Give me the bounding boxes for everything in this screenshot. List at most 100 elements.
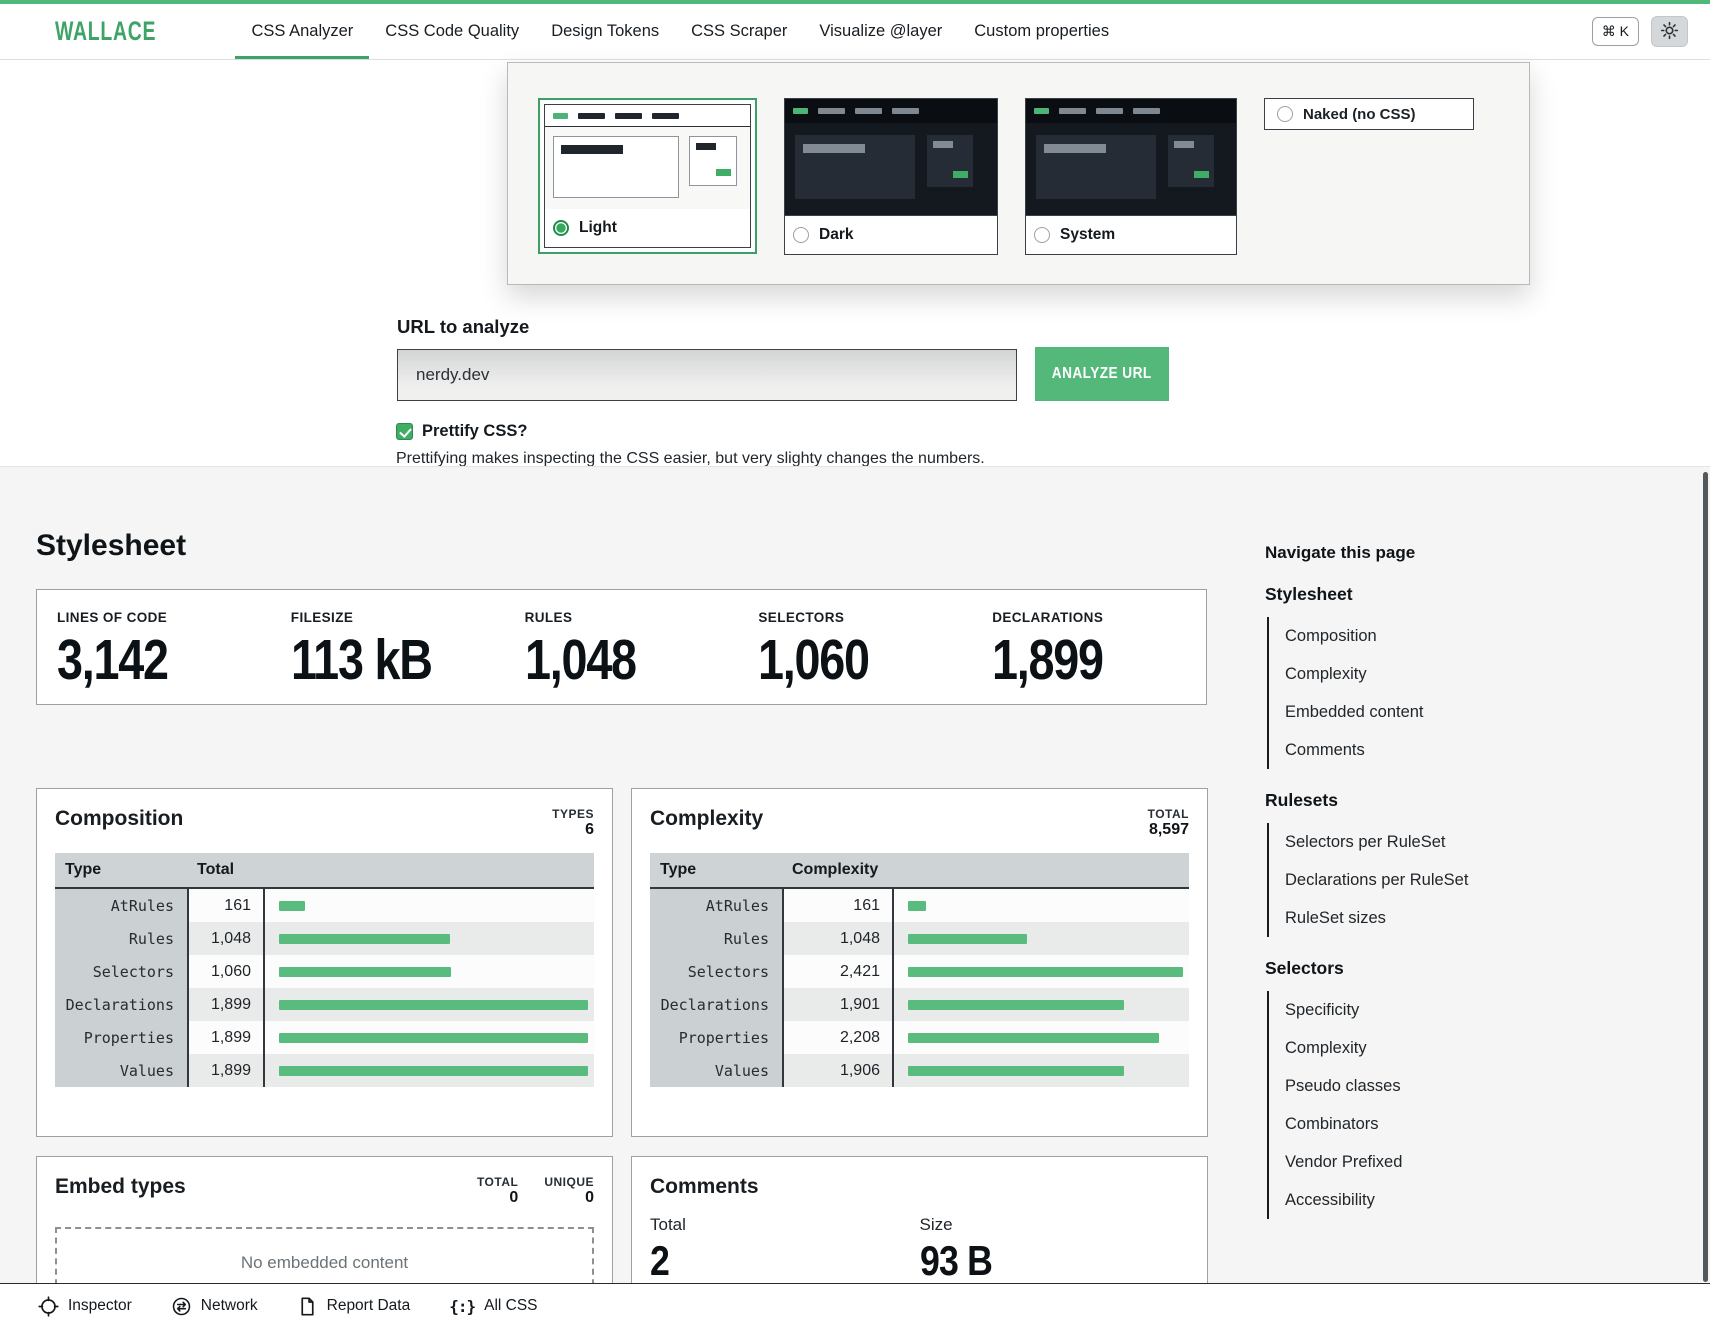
- page-nav-section-stylesheet[interactable]: Stylesheet: [1265, 584, 1555, 605]
- wallace-logo[interactable]: WALLACE: [55, 4, 195, 59]
- page-nav-link[interactable]: Combinators: [1285, 1105, 1555, 1143]
- page-nav-link[interactable]: Selectors per RuleSet: [1285, 823, 1555, 861]
- value-bar: [908, 1000, 1124, 1010]
- stylesheet-stats-panel: LINES OF CODE 3,142 FILESIZE 113 kB RULE…: [36, 589, 1207, 705]
- comments-title: Comments: [650, 1175, 759, 1199]
- prettify-label: Prettify CSS?: [422, 422, 527, 441]
- stat-item: DECLARATIONS 1,899: [972, 610, 1206, 684]
- page-nav-link[interactable]: Declarations per RuleSet: [1285, 861, 1555, 899]
- stylesheet-heading: Stylesheet: [36, 529, 186, 563]
- tab-report-data[interactable]: Report Data: [297, 1296, 411, 1317]
- page-nav-section-rulesets[interactable]: Rulesets: [1265, 790, 1555, 811]
- page-navigation: Navigate this page Stylesheet Compositio…: [1265, 543, 1555, 1219]
- value-bar: [908, 967, 1183, 977]
- complexity-card: Complexity TOTAL 8,597 Type Complexity A…: [631, 788, 1208, 1137]
- value-bar: [908, 1033, 1159, 1043]
- page-nav-section-selectors[interactable]: Selectors: [1265, 958, 1555, 979]
- value-bar: [279, 1066, 588, 1076]
- app-window: WALLACE CSS AnalyzerCSS Code QualityDesi…: [0, 0, 1710, 1328]
- page-nav-link[interactable]: Composition: [1285, 617, 1555, 655]
- dark-theme-preview: [785, 99, 997, 215]
- nav-item[interactable]: Custom properties: [958, 4, 1125, 59]
- comments-card: Comments Total 2 Size 93 B: [631, 1156, 1208, 1283]
- table-row: Declarations 1,899: [55, 988, 594, 1021]
- network-icon: [171, 1296, 192, 1317]
- theme-toggle-button[interactable]: [1651, 16, 1688, 47]
- table-row: AtRules 161: [650, 889, 1189, 922]
- page-nav-link[interactable]: RuleSet sizes: [1285, 899, 1555, 937]
- nav-item[interactable]: Visualize @layer: [803, 4, 958, 59]
- bottom-toolbar: Inspector Network Report Data {:} All: [0, 1283, 1710, 1328]
- table-row: Rules 1,048: [55, 922, 594, 955]
- table-row: Declarations 1,901: [650, 988, 1189, 1021]
- system-theme-preview: [1026, 99, 1236, 215]
- document-icon: [297, 1296, 318, 1317]
- stat-item: LINES OF CODE 3,142: [37, 610, 271, 684]
- value-bar: [279, 967, 451, 977]
- page-nav-title: Navigate this page: [1265, 543, 1555, 563]
- value-bar: [908, 901, 926, 911]
- embed-types-card: Embed types TOTAL 0 UNIQUE 0 No embedded…: [36, 1156, 613, 1283]
- naked-radio[interactable]: [1277, 106, 1293, 122]
- stat-item: RULES 1,048: [505, 610, 739, 684]
- page-nav-link[interactable]: Complexity: [1285, 655, 1555, 693]
- analyze-url-button[interactable]: ANALYZE URL: [1035, 347, 1169, 401]
- nav-item[interactable]: CSS Scraper: [675, 4, 803, 59]
- theme-picker-dropdown: Light Dark: [507, 62, 1530, 285]
- no-embedded-content-box: No embedded content: [55, 1227, 594, 1283]
- complexity-title: Complexity: [650, 807, 763, 831]
- value-bar: [279, 934, 450, 944]
- meta-stat: UNIQUE 0: [544, 1175, 594, 1207]
- light-radio[interactable]: [553, 220, 569, 236]
- top-navbar: WALLACE CSS AnalyzerCSS Code QualityDesi…: [0, 0, 1710, 60]
- command-palette-button[interactable]: ⌘ K: [1592, 17, 1639, 46]
- report-section: Stylesheet LINES OF CODE 3,142 FILESIZE …: [0, 466, 1710, 1283]
- table-row: AtRules 161: [55, 889, 594, 922]
- dark-radio[interactable]: [793, 227, 809, 243]
- nav-item[interactable]: Design Tokens: [535, 4, 675, 59]
- main-nav: CSS AnalyzerCSS Code QualityDesign Token…: [235, 4, 1125, 59]
- embed-types-title: Embed types: [55, 1175, 186, 1199]
- page-nav-link[interactable]: Complexity: [1285, 1029, 1555, 1067]
- page-nav-link[interactable]: Embedded content: [1285, 693, 1555, 731]
- prettify-checkbox[interactable]: [396, 423, 413, 440]
- theme-option-dark[interactable]: Dark: [784, 98, 998, 255]
- table-row: Properties 1,899: [55, 1021, 594, 1054]
- url-input[interactable]: [397, 349, 1017, 401]
- nav-item[interactable]: CSS Code Quality: [369, 4, 535, 59]
- braces-icon: {:}: [449, 1297, 475, 1316]
- table-row: Rules 1,048: [650, 922, 1189, 955]
- page-nav-link[interactable]: Specificity: [1285, 991, 1555, 1029]
- value-bar: [908, 1066, 1124, 1076]
- table-row: Selectors 2,421: [650, 955, 1189, 988]
- page-nav-link[interactable]: Vendor Prefixed: [1285, 1143, 1555, 1181]
- composition-card: Composition TYPES 6 Type Total AtRules 1…: [36, 788, 613, 1137]
- composition-table: Type Total AtRules 161 Rules 1,048: [55, 853, 594, 1087]
- stat-item: FILESIZE 113 kB: [271, 610, 505, 684]
- stat-item: SELECTORS 1,060: [738, 610, 972, 684]
- vertical-scrollbar[interactable]: [1703, 472, 1708, 1282]
- theme-option-naked[interactable]: Naked (no CSS): [1264, 98, 1474, 130]
- page-nav-link[interactable]: Comments: [1285, 731, 1555, 769]
- table-row: Values 1,906: [650, 1054, 1189, 1087]
- system-radio[interactable]: [1034, 227, 1050, 243]
- value-bar: [279, 1000, 588, 1010]
- nav-item[interactable]: CSS Analyzer: [235, 4, 369, 59]
- crosshair-icon: [38, 1296, 59, 1317]
- value-bar: [279, 901, 305, 911]
- url-label: URL to analyze: [397, 316, 529, 338]
- value-bar: [908, 934, 1027, 944]
- page-nav-link[interactable]: Accessibility: [1285, 1181, 1555, 1219]
- table-row: Values 1,899: [55, 1054, 594, 1087]
- complexity-table: Type Complexity AtRules 161 Rules 1,048: [650, 853, 1189, 1087]
- theme-option-light[interactable]: Light: [538, 98, 757, 254]
- prettify-row: Prettify CSS?: [396, 422, 527, 441]
- tab-all-css[interactable]: {:} All CSS: [449, 1297, 537, 1316]
- light-theme-preview: Light: [544, 104, 751, 248]
- composition-title: Composition: [55, 807, 183, 831]
- tab-inspector[interactable]: Inspector: [38, 1296, 132, 1317]
- theme-option-system[interactable]: System: [1025, 98, 1237, 255]
- page-nav-link[interactable]: Pseudo classes: [1285, 1067, 1555, 1105]
- tab-network[interactable]: Network: [171, 1296, 258, 1317]
- navbar-actions: ⌘ K: [1592, 4, 1710, 59]
